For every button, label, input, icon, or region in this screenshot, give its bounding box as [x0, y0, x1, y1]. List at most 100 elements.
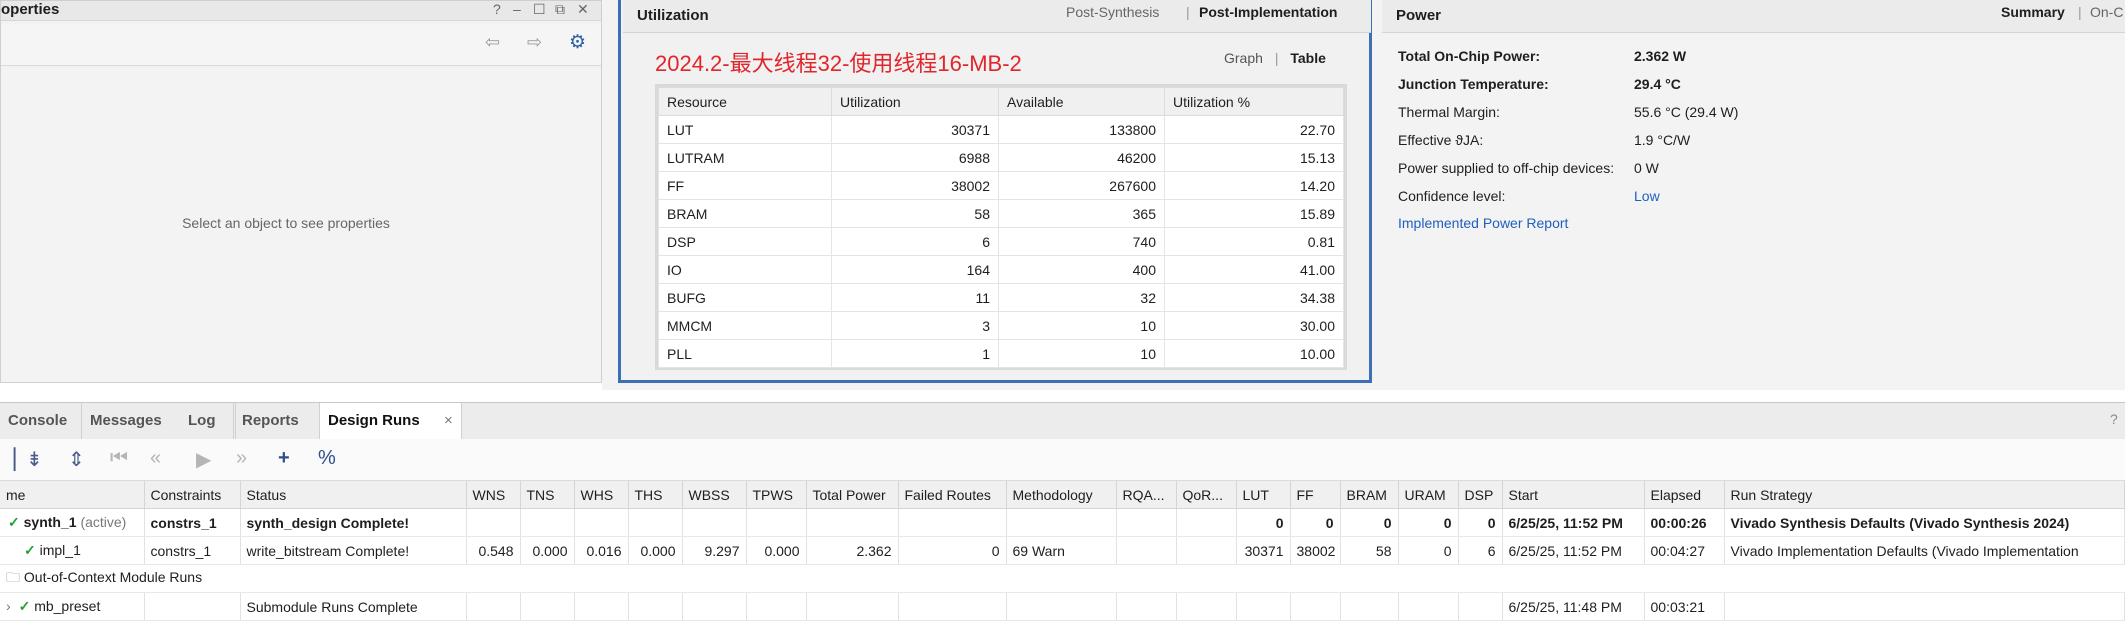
runs-column-header[interactable]: FF — [1290, 481, 1341, 509]
runs-column-header[interactable]: WHS — [574, 481, 629, 509]
add-icon[interactable]: + — [278, 447, 290, 470]
column-header[interactable]: Utilization % — [1164, 87, 1344, 116]
bram-cell: 58 — [1340, 536, 1399, 565]
gear-icon[interactable]: ⚙ — [569, 31, 586, 54]
tpws-cell: 0.000 — [746, 536, 807, 565]
runs-column-header[interactable]: THS — [628, 481, 683, 509]
run-name-cell[interactable]: ✓ synth_1 (active) — [0, 508, 145, 537]
tab-console[interactable]: Console — [0, 403, 82, 439]
next-icon[interactable]: » — [236, 447, 247, 470]
expand-chevron-icon[interactable]: › — [6, 598, 11, 614]
minimize-icon[interactable]: – — [513, 1, 521, 17]
runs-column-header[interactable]: Run Strategy — [1724, 481, 2125, 509]
resource-cell: BRAM — [658, 199, 832, 228]
runs-column-header[interactable]: Methodology — [1006, 481, 1117, 509]
available-cell: 133800 — [998, 115, 1165, 144]
run-row-synth[interactable]: ✓ synth_1 (active) constrs_1 synth_desig… — [0, 508, 2125, 537]
resource-cell: FF — [658, 171, 832, 200]
maximize-icon[interactable]: ☐ — [533, 1, 546, 18]
utilization-row[interactable]: LUTRAM 6988 46200 15.13 — [658, 143, 1344, 172]
utilization-cell: 11 — [831, 283, 999, 312]
ths-cell: 0.000 — [628, 536, 683, 565]
utilization-percent-cell: 14.20 — [1164, 171, 1344, 200]
percent-icon[interactable]: % — [318, 447, 336, 470]
runs-column-header[interactable]: Status — [240, 481, 467, 509]
runs-column-header[interactable]: Total Power — [806, 481, 899, 509]
tab-post-synthesis[interactable]: Post-Synthesis — [1066, 4, 1159, 20]
back-arrow-icon[interactable]: ⇦ — [485, 32, 500, 53]
tab-close-icon[interactable]: × — [444, 403, 453, 439]
runs-column-header[interactable]: WBSS — [682, 481, 747, 509]
runs-column-header[interactable]: WNS — [466, 481, 521, 509]
runs-column-header[interactable]: QoR... — [1176, 481, 1237, 509]
utilization-row[interactable]: FF 38002 267600 14.20 — [658, 171, 1344, 200]
column-header[interactable]: Available — [998, 87, 1165, 116]
lut-cell: 0 — [1236, 508, 1291, 537]
run-icon[interactable]: ▶ — [196, 447, 211, 472]
run-row-impl[interactable]: ✓ impl_1 constrs_1 write_bitstream Compl… — [0, 536, 2125, 565]
tab-summary[interactable]: Summary — [2001, 4, 2065, 20]
utilization-row[interactable]: DSP 6 740 0.81 — [658, 227, 1344, 256]
run-name: impl_1 — [39, 542, 81, 558]
previous-icon[interactable]: « — [150, 447, 161, 470]
runs-column-header[interactable]: Elapsed — [1644, 481, 1725, 509]
bottom-tab-bar: Console Messages Log Reports Design Runs… — [0, 402, 2125, 440]
run-name-cell[interactable]: › ✓ mb_preset — [0, 592, 145, 621]
runs-header-row: me Constraints Status WNS TNS WHS THS WBSS TPWS T… — [0, 481, 2125, 509]
help-icon[interactable]: ? — [493, 1, 501, 17]
view-graph-button[interactable]: Graph — [1224, 50, 1263, 66]
elapsed-cell: 00:00:26 — [1644, 508, 1725, 537]
methodology-cell[interactable]: 69 Warn — [1006, 536, 1117, 565]
utilization-row[interactable]: BUFG 11 32 34.38 — [658, 283, 1344, 312]
runs-column-header[interactable]: me — [0, 481, 145, 509]
runs-column-header[interactable]: RQA... — [1116, 481, 1177, 509]
resource-cell: LUT — [658, 115, 832, 144]
power-header: Power Summary | On-C — [1382, 0, 2125, 33]
runs-column-header[interactable]: TNS — [520, 481, 575, 509]
view-table-button[interactable]: Table — [1290, 50, 1326, 66]
utilization-cell: 164 — [831, 255, 999, 284]
ooc-group-cell[interactable]: 🗀 Out-of-Context Module Runs — [0, 564, 2125, 593]
float-icon[interactable]: ⧉ — [555, 1, 565, 18]
runs-column-header[interactable]: DSP — [1458, 481, 1503, 509]
run-name: mb_preset — [34, 598, 101, 614]
power-value: 0 W — [1634, 160, 1659, 176]
utilization-row[interactable]: PLL 1 10 10.00 — [658, 339, 1344, 368]
help-icon[interactable]: ? — [2110, 411, 2118, 427]
runs-column-header[interactable]: Failed Routes — [898, 481, 1007, 509]
runs-column-header[interactable]: Constraints — [144, 481, 241, 509]
power-value: 2.362 W — [1634, 48, 1687, 64]
runs-column-header[interactable]: BRAM — [1340, 481, 1399, 509]
collapse-all-icon[interactable]: ⇟ — [26, 447, 43, 472]
toolbar-partial-icon[interactable]: ▕ — [0, 447, 15, 472]
column-header[interactable]: Utilization — [831, 87, 999, 116]
run-group-row-ooc[interactable]: 🗀 Out-of-Context Module Runs — [0, 564, 2125, 593]
run-row-mb-preset[interactable]: › ✓ mb_preset Submodule Runs Complete 6/… — [0, 592, 2125, 621]
tab-post-implementation[interactable]: Post-Implementation — [1199, 4, 1337, 20]
confidence-level-link[interactable]: Low — [1634, 188, 1660, 204]
utilization-row[interactable]: LUT 30371 133800 22.70 — [658, 115, 1344, 144]
utilization-row[interactable]: BRAM 58 365 15.89 — [658, 199, 1344, 228]
close-icon[interactable]: ✕ — [577, 1, 589, 18]
column-header[interactable]: Resource — [658, 87, 832, 116]
utilization-row[interactable]: MMCM 3 10 30.00 — [658, 311, 1344, 340]
first-icon[interactable]: ⏮ — [110, 447, 128, 470]
report-link-text[interactable]: Implemented Power Report — [1398, 215, 1568, 231]
runs-column-header[interactable]: Start — [1502, 481, 1645, 509]
available-cell: 10 — [998, 339, 1165, 368]
runs-column-header[interactable]: LUT — [1236, 481, 1291, 509]
tab-reports[interactable]: Reports — [234, 403, 320, 439]
runs-column-header[interactable]: URAM — [1398, 481, 1459, 509]
tab-on-chip[interactable]: On-C — [2090, 4, 2123, 20]
run-name-cell[interactable]: ✓ impl_1 — [0, 536, 145, 565]
utilization-percent-cell: 30.00 — [1164, 311, 1344, 340]
forward-arrow-icon[interactable]: ⇨ — [527, 32, 542, 53]
complete-check-icon: ✓ — [24, 542, 36, 558]
tab-design-runs[interactable]: Design Runs × — [320, 403, 462, 439]
utilization-cell: 6988 — [831, 143, 999, 172]
utilization-row[interactable]: IO 164 400 41.00 — [658, 255, 1344, 284]
runs-column-header[interactable]: TPWS — [746, 481, 807, 509]
elapsed-cell: 00:03:21 — [1644, 592, 1725, 621]
expand-all-icon[interactable]: ⇕ — [68, 447, 85, 472]
tab-log[interactable]: Log — [180, 403, 234, 439]
